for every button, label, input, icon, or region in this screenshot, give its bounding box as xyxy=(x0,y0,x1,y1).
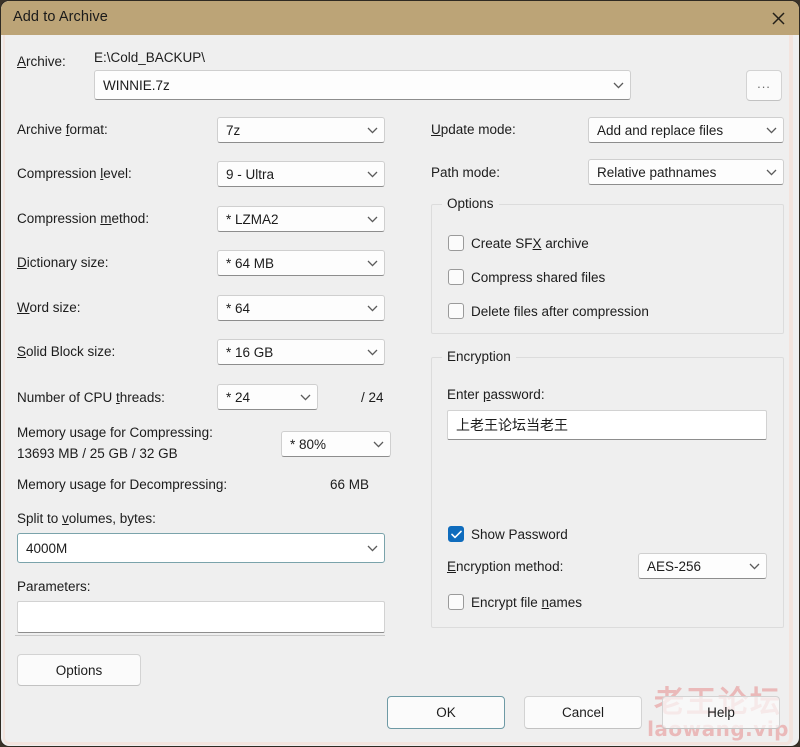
path-mode-combobox[interactable]: Relative pathnames xyxy=(588,159,784,185)
cpu-threads-combobox[interactable]: * 24 xyxy=(217,384,318,410)
checkbox-show-password[interactable]: Show Password xyxy=(448,526,568,542)
update-mode-value: Add and replace files xyxy=(589,123,759,138)
checkbox-box xyxy=(448,594,464,610)
memory-compressing-label: Memory usage for Compressing: xyxy=(17,425,213,440)
dictionary-size-label: Dictionary size: xyxy=(17,255,109,270)
browse-button[interactable]: ... xyxy=(746,70,782,101)
split-volumes-combobox[interactable]: 4000M xyxy=(17,533,385,563)
parameters-label: Parameters: xyxy=(17,579,91,594)
archive-format-combobox[interactable]: 7z xyxy=(217,117,385,143)
chevron-down-icon xyxy=(360,349,384,356)
solid-block-size-value: * 16 GB xyxy=(218,345,360,360)
memory-decompressing-value: 66 MB xyxy=(330,477,369,492)
checkbox-label: Encrypt file names xyxy=(471,595,582,610)
archive-path-text: E:\Cold_BACKUP\ xyxy=(94,50,205,65)
archive-name-value: WINNIE.7z xyxy=(95,78,606,93)
path-mode-label: Path mode: xyxy=(431,165,500,180)
memory-decompressing-label: Memory usage for Decompressing: xyxy=(17,477,227,492)
solid-block-size-label: Solid Block size: xyxy=(17,344,115,359)
add-to-archive-dialog: Add to Archive Archive: E:\Cold_BACKUP\ … xyxy=(0,0,800,747)
chevron-down-icon xyxy=(360,545,384,552)
chevron-down-icon xyxy=(759,169,783,176)
word-size-combobox[interactable]: * 64 xyxy=(217,295,385,321)
dictionary-size-combobox[interactable]: * 64 MB xyxy=(217,250,385,276)
cpu-threads-value: * 24 xyxy=(218,390,293,405)
divider xyxy=(15,635,385,636)
archive-name-combobox[interactable]: WINNIE.7z xyxy=(94,70,631,100)
memory-compressing-value: 13693 MB / 25 GB / 32 GB xyxy=(17,446,178,461)
update-mode-label: Update mode: xyxy=(431,122,516,137)
encryption-group-title: Encryption xyxy=(442,349,516,364)
enter-password-label: Enter password: xyxy=(447,387,545,402)
archive-format-label: Archive format: xyxy=(17,122,108,137)
checkbox-box xyxy=(448,526,464,542)
help-button[interactable]: Help xyxy=(662,696,780,729)
encryption-method-combobox[interactable]: AES-256 xyxy=(638,553,767,579)
path-mode-value: Relative pathnames xyxy=(589,165,759,180)
close-icon[interactable] xyxy=(755,1,800,35)
password-input[interactable]: 上老王论坛当老王 xyxy=(447,410,767,440)
compression-level-value: 9 - Ultra xyxy=(218,167,360,182)
archive-label: Archive: xyxy=(17,54,66,69)
cancel-button[interactable]: Cancel xyxy=(524,696,642,729)
options-button[interactable]: Options xyxy=(17,654,141,686)
checkbox-label: Show Password xyxy=(471,527,568,542)
cpu-threads-label: Number of CPU threads: xyxy=(17,390,165,405)
split-volumes-value: 4000M xyxy=(18,541,360,556)
chevron-down-icon xyxy=(360,305,384,312)
chevron-down-icon xyxy=(360,216,384,223)
checkbox-box xyxy=(448,303,464,319)
compression-method-combobox[interactable]: * LZMA2 xyxy=(217,206,385,232)
update-mode-combobox[interactable]: Add and replace files xyxy=(588,117,784,143)
chevron-down-icon xyxy=(360,171,384,178)
checkbox-box xyxy=(448,235,464,251)
memory-percent-value: * 80% xyxy=(282,437,366,452)
chevron-down-icon xyxy=(606,82,630,89)
checkbox-create-sfx-archive[interactable]: Create SFX archive xyxy=(448,235,589,251)
chevron-down-icon xyxy=(360,260,384,267)
checkbox-encrypt-file-names[interactable]: Encrypt file names xyxy=(448,594,582,610)
checkbox-label: Create SFX archive xyxy=(471,236,589,251)
compression-level-label: Compression level: xyxy=(17,166,132,181)
checkbox-box xyxy=(448,269,464,285)
title-bar[interactable]: Add to Archive xyxy=(1,1,800,35)
chevron-down-icon xyxy=(742,563,766,570)
options-group-title: Options xyxy=(442,196,499,211)
compression-method-value: * LZMA2 xyxy=(218,212,360,227)
parameters-input[interactable] xyxy=(17,601,385,633)
archive-format-value: 7z xyxy=(218,123,360,138)
chevron-down-icon xyxy=(293,394,317,401)
encryption-method-value: AES-256 xyxy=(639,559,742,574)
window-title: Add to Archive xyxy=(13,9,108,25)
dictionary-size-value: * 64 MB xyxy=(218,256,360,271)
solid-block-size-combobox[interactable]: * 16 GB xyxy=(217,339,385,365)
chevron-down-icon xyxy=(360,127,384,134)
encryption-method-label: Encryption method: xyxy=(447,559,563,574)
checkbox-delete-files-after-compression[interactable]: Delete files after compression xyxy=(448,303,649,319)
word-size-label: Word size: xyxy=(17,300,81,315)
checkbox-label: Delete files after compression xyxy=(471,304,649,319)
memory-percent-combobox[interactable]: * 80% xyxy=(281,431,391,457)
checkbox-label: Compress shared files xyxy=(471,270,605,285)
compression-level-combobox[interactable]: 9 - Ultra xyxy=(217,161,385,187)
ok-button[interactable]: OK xyxy=(387,696,505,729)
cpu-threads-total: / 24 xyxy=(361,390,384,405)
chevron-down-icon xyxy=(366,441,390,448)
checkbox-compress-shared-files[interactable]: Compress shared files xyxy=(448,269,605,285)
compression-method-label: Compression method: xyxy=(17,211,149,226)
split-volumes-label: Split to volumes, bytes: xyxy=(17,511,156,526)
word-size-value: * 64 xyxy=(218,301,360,316)
chevron-down-icon xyxy=(759,127,783,134)
